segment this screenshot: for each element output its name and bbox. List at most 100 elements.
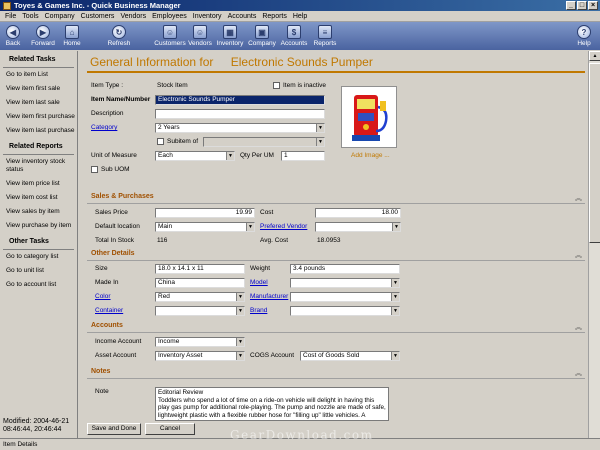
chevron-down-icon[interactable]: ▼ [316, 124, 324, 132]
menu-inventory[interactable]: Inventory [190, 13, 225, 20]
add-image-link[interactable]: Add Image ... [351, 152, 390, 159]
menu-help[interactable]: Help [290, 13, 310, 20]
scroll-thumb[interactable] [589, 63, 600, 243]
qty-per-um-field[interactable]: 1 [281, 151, 325, 161]
menu-reports[interactable]: Reports [259, 13, 290, 20]
chevron-down-icon[interactable]: ▼ [391, 293, 399, 301]
chevron-down-icon[interactable]: ▼ [236, 338, 244, 346]
save-and-done-button[interactable]: Save and Done [87, 423, 141, 435]
reports-button[interactable]: ≡ Reports [310, 22, 340, 47]
collapse-details-icon[interactable]: ︽ [575, 250, 582, 260]
chevron-down-icon[interactable]: ▼ [391, 279, 399, 287]
size-field[interactable]: 18.0 x 14.1 x 11 [155, 264, 245, 274]
sidebar-item-stock-status[interactable]: View inventory stock status [0, 155, 77, 177]
inventory-button[interactable]: ▦ Inventory [214, 22, 246, 47]
chevron-down-icon[interactable]: ▼ [392, 223, 400, 231]
refresh-button[interactable]: ↻ Refresh [84, 22, 154, 47]
menu-customers[interactable]: Customers [78, 13, 118, 20]
sidebar-item-account-list[interactable]: Go to account list [0, 278, 77, 292]
company-button[interactable]: ▣ Company [246, 22, 278, 47]
item-inactive-checkbox[interactable] [273, 82, 280, 89]
sidebar-item-purchase-by-item[interactable]: View purchase by item [0, 219, 77, 233]
subitem-checkbox[interactable] [157, 138, 164, 145]
sidebar-item-first-purchase[interactable]: View item first purchase [0, 110, 77, 124]
uom-select[interactable]: Each ▼ [155, 151, 235, 161]
chevron-down-icon[interactable]: ▼ [236, 352, 244, 360]
asset-account-select[interactable]: Inventory Asset ▼ [155, 351, 245, 361]
minimize-button[interactable]: _ [566, 1, 576, 10]
sidebar-item-unit-list[interactable]: Go to unit list [0, 264, 77, 278]
brand-link[interactable]: Brand [250, 307, 267, 314]
cost-field[interactable]: 18.00 [315, 208, 401, 218]
preferred-vendor-link[interactable]: Prefered Vendor [260, 223, 307, 230]
sidebar-item-price-list[interactable]: View item price list [0, 177, 77, 191]
sidebar-item-cost-list[interactable]: View item cost list [0, 191, 77, 205]
accounts-button[interactable]: $ Accounts [278, 22, 310, 47]
default-location-select[interactable]: Main ▼ [155, 222, 255, 232]
cogs-account-select[interactable]: Cost of Goods Sold ▼ [300, 351, 400, 361]
chevron-down-icon[interactable]: ▼ [226, 152, 234, 160]
toolbar: ◀ Back ▶ Forward ⌂ Home ↻ Refresh ☺ Cust… [0, 22, 600, 50]
model-select[interactable]: ▼ [290, 278, 400, 288]
reports-icon: ≡ [318, 25, 332, 39]
home-button[interactable]: ⌂ Home [60, 22, 84, 47]
default-location-value: Main [158, 223, 173, 230]
note-textarea[interactable]: Editorial Review Toddlers who spend a lo… [155, 387, 389, 421]
income-account-select[interactable]: Income ▼ [155, 337, 245, 347]
color-select[interactable]: Red ▼ [155, 292, 245, 302]
sidebar-item-first-sale[interactable]: View item first sale [0, 82, 77, 96]
container-select[interactable]: ▼ [155, 306, 245, 316]
scroll-up-icon[interactable]: ▲ [589, 51, 600, 61]
chevron-down-icon[interactable]: ▼ [316, 138, 324, 146]
collapse-accounts-icon[interactable]: ︽ [575, 322, 582, 332]
chevron-down-icon[interactable]: ▼ [236, 293, 244, 301]
cancel-button[interactable]: Cancel [145, 423, 195, 435]
collapse-notes-icon[interactable]: ︽ [575, 368, 582, 378]
back-button[interactable]: ◀ Back [0, 22, 26, 47]
menu-tools[interactable]: Tools [19, 13, 41, 20]
sidebar-item-item-list[interactable]: Go to item List [0, 68, 77, 82]
sales-divider [87, 203, 585, 204]
weight-field[interactable]: 3.4 pounds [290, 264, 400, 274]
forward-button[interactable]: ▶ Forward [26, 22, 60, 47]
category-link[interactable]: Category [91, 124, 117, 131]
sidebar-item-last-sale[interactable]: View item last sale [0, 96, 77, 110]
menu-vendors[interactable]: Vendors [117, 13, 149, 20]
menu-company[interactable]: Company [42, 13, 78, 20]
model-link[interactable]: Model [250, 279, 268, 286]
menu-employees[interactable]: Employees [149, 13, 190, 20]
maximize-button[interactable]: □ [577, 1, 587, 10]
collapse-sales-icon[interactable]: ︽ [575, 193, 582, 203]
help-icon: ? [577, 25, 591, 39]
brand-select[interactable]: ▼ [290, 306, 400, 316]
close-button[interactable]: × [588, 1, 598, 10]
container-link[interactable]: Container [95, 307, 123, 314]
vertical-scrollbar[interactable]: ▲ [588, 51, 600, 438]
customers-button[interactable]: ☺ Customers [154, 22, 186, 47]
menu-accounts[interactable]: Accounts [225, 13, 260, 20]
sub-uom-checkbox[interactable] [91, 166, 98, 173]
sales-price-field[interactable]: 19.99 [155, 208, 255, 218]
help-button[interactable]: ? Help [572, 22, 596, 47]
sidebar-item-last-purchase[interactable]: View item last purchase [0, 124, 77, 138]
chevron-down-icon[interactable]: ▼ [391, 307, 399, 315]
category-select[interactable]: 2 Years ▼ [155, 123, 325, 133]
chevron-down-icon[interactable]: ▼ [246, 223, 254, 231]
modified-info: Modified: 2004-46-21 08:46:44, 20:46:44 [3, 418, 69, 434]
made-in-field[interactable]: China [155, 278, 245, 288]
item-name-field[interactable]: Electronic Sounds Pumper [155, 95, 325, 105]
chevron-down-icon[interactable]: ▼ [391, 352, 399, 360]
sidebar-item-sales-by-item[interactable]: View sales by item [0, 205, 77, 219]
watermark: GearDownload.com [230, 428, 374, 442]
other-tasks-heading: Other Tasks [3, 233, 74, 250]
manufacturer-select[interactable]: ▼ [290, 292, 400, 302]
description-field[interactable] [155, 109, 325, 119]
color-link[interactable]: Color [95, 293, 111, 300]
vendors-button[interactable]: ☺ Vendors [186, 22, 214, 47]
chevron-down-icon[interactable]: ▼ [236, 307, 244, 315]
subitem-select[interactable]: ▼ [203, 137, 325, 147]
manufacturer-link[interactable]: Manufacturer [250, 293, 288, 300]
preferred-vendor-select[interactable]: ▼ [315, 222, 401, 232]
sidebar-item-category-list[interactable]: Go to category list [0, 250, 77, 264]
menu-file[interactable]: File [2, 13, 19, 20]
